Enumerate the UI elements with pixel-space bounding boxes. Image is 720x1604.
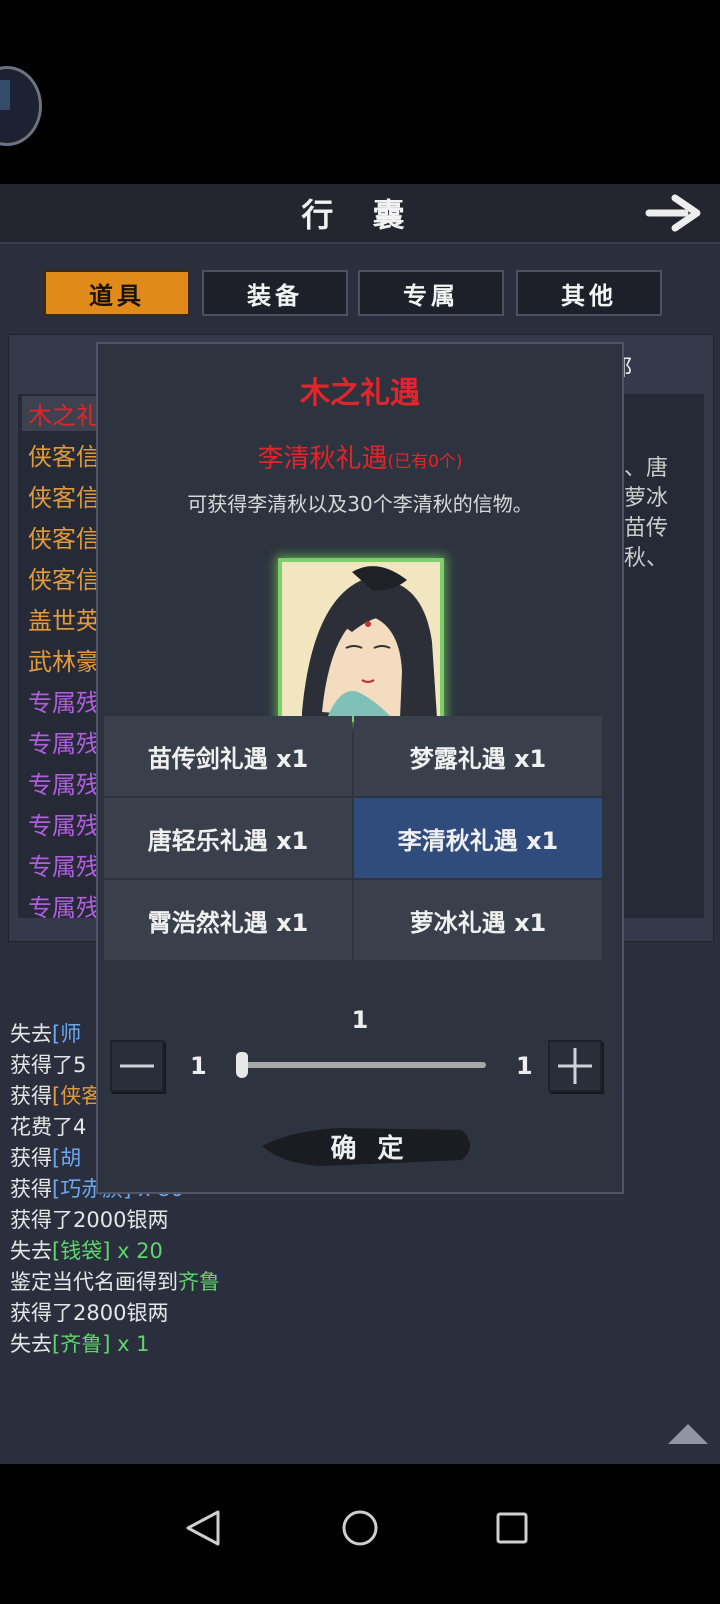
log-text: 失去 — [10, 1239, 52, 1263]
log-text: [侠客 — [52, 1084, 103, 1108]
log-text: 失去 — [10, 1332, 52, 1356]
log-line: 失去[齐鲁] x 1 — [10, 1328, 150, 1358]
portrait-image — [282, 562, 440, 718]
list-item[interactable]: 专属残 — [28, 765, 100, 800]
dialog-title: 木之礼遇 — [300, 376, 420, 411]
quantity-min: 1 — [190, 1052, 207, 1080]
tab-exclusive[interactable]: 专属 — [358, 270, 504, 316]
arrow-right-icon[interactable] — [645, 190, 705, 236]
log-text: [钱袋] — [52, 1239, 111, 1263]
nav-back-icon[interactable] — [186, 1510, 220, 1546]
reward-miao-chuanjian[interactable]: 苗传剑礼遇 x1 — [104, 716, 352, 796]
list-item[interactable]: 武林豪 — [28, 642, 100, 677]
reward-meng-lu[interactable]: 梦露礼遇 x1 — [354, 716, 602, 796]
log-text: 花费了4 — [10, 1115, 87, 1139]
reward-luo-bing[interactable]: 萝冰礼遇 x1 — [354, 880, 602, 960]
description-line: 苗传 — [624, 516, 669, 541]
description-line: 萝冰 — [624, 486, 669, 511]
tab-other[interactable]: 其他 — [516, 270, 662, 316]
log-line: 获得了5 — [10, 1049, 86, 1079]
log-line: 失去[师 — [10, 1018, 81, 1048]
quantity-max: 1 — [516, 1052, 533, 1080]
list-item[interactable]: 侠客信 — [28, 478, 100, 513]
page-title: 行 囊 — [301, 196, 419, 234]
log-text: 获得了5 — [10, 1053, 87, 1077]
log-text: 获得 — [10, 1146, 52, 1170]
description-line: 、唐 — [624, 456, 669, 481]
list-item[interactable]: 盖世英 — [28, 601, 100, 636]
list-item[interactable]: 专属残 — [28, 847, 100, 882]
log-line: 获得了2000银两 — [10, 1204, 168, 1234]
tab-equipment[interactable]: 装备 — [202, 270, 348, 316]
character-portrait — [278, 558, 444, 722]
log-text: 获得 — [10, 1084, 52, 1108]
log-line: 失去[钱袋] x 20 — [10, 1235, 163, 1265]
log-text: 失去 — [10, 1022, 52, 1046]
item-description-box: 、唐 萝冰 苗传 秋、 — [614, 394, 704, 918]
log-text: x 1 — [110, 1332, 150, 1356]
list-item[interactable]: 专属残 — [28, 683, 100, 718]
log-text: [齐鲁] — [52, 1332, 111, 1356]
confirm-label: 确 定 — [330, 1134, 410, 1164]
log-line: 获得[胡 — [10, 1142, 81, 1172]
plus-icon — [558, 1048, 592, 1084]
triangle-up-icon[interactable] — [668, 1424, 708, 1444]
slider-handle[interactable] — [236, 1052, 248, 1078]
log-line: 获得了2800银两 — [10, 1297, 168, 1327]
minus-icon — [120, 1064, 154, 1068]
log-text: 获得 — [10, 1177, 52, 1201]
list-item[interactable]: 侠客信 — [28, 519, 100, 554]
avatar-image — [0, 80, 10, 110]
reward-li-qingqiu[interactable]: 李清秋礼遇 x1 — [354, 798, 602, 878]
log-line: 获得[侠客 — [10, 1080, 102, 1110]
selected-reward-name: 李清秋礼遇 — [257, 444, 388, 474]
log-text: [师 — [52, 1022, 82, 1046]
list-item[interactable]: 专属残 — [28, 806, 100, 841]
log-text: 获得了2000银两 — [10, 1208, 169, 1232]
quantity-value: 1 — [351, 1006, 369, 1034]
owned-count: (已有0个) — [387, 452, 463, 472]
list-item[interactable]: 专属残 — [28, 888, 100, 918]
reward-xiao-haoran[interactable]: 霄浩然礼遇 x1 — [104, 880, 352, 960]
nav-recent-icon[interactable] — [496, 1512, 528, 1544]
dialog-subtitle: 李清秋礼遇(已有0个) — [96, 438, 624, 475]
list-item[interactable]: 侠客信 — [28, 560, 100, 595]
quantity-slider[interactable] — [244, 1062, 486, 1068]
system-nav-bar — [0, 1464, 720, 1600]
list-item[interactable]: 侠客信 — [28, 437, 100, 472]
log-text: x 20 — [110, 1239, 163, 1263]
log-text: 获得了2800银两 — [10, 1301, 169, 1325]
top-black-band — [0, 0, 720, 184]
log-text: [胡 — [52, 1146, 82, 1170]
log-line: 鉴定当代名画得到齐鲁 — [10, 1266, 220, 1296]
nav-home-icon[interactable] — [342, 1510, 378, 1546]
description-line: 秋、 — [624, 546, 669, 571]
log-text: 鉴定当代名画得到 — [10, 1270, 178, 1294]
reward-tang-qingle[interactable]: 唐轻乐礼遇 x1 — [104, 798, 352, 878]
tab-items[interactable]: 道具 — [44, 270, 190, 316]
log-text: 齐鲁 — [178, 1270, 220, 1294]
dialog-description: 可获得李清秋以及30个李清秋的信物。 — [187, 492, 533, 516]
increase-button[interactable] — [548, 1040, 602, 1092]
decrease-button[interactable] — [110, 1040, 164, 1092]
list-item[interactable]: 专属残 — [28, 724, 100, 759]
log-line: 花费了4 — [10, 1111, 86, 1141]
